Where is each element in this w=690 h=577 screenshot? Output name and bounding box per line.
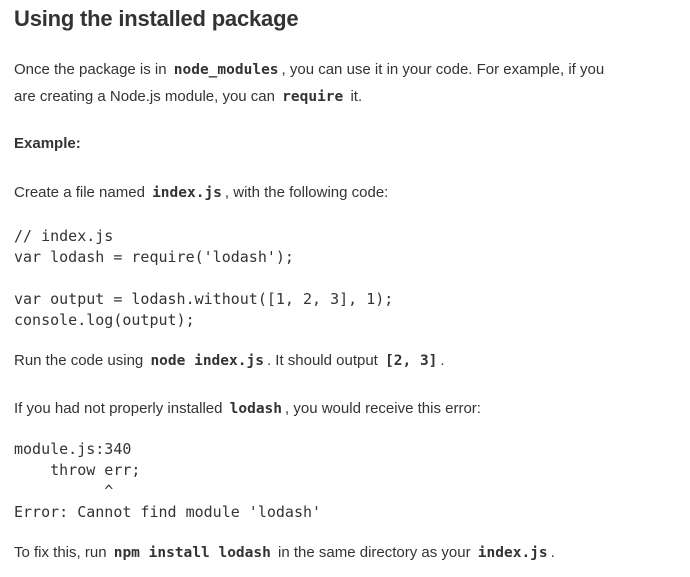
- create-file-text: Create a file named: [14, 184, 145, 201]
- code-line: console.log(output);: [14, 311, 195, 329]
- error-line: throw err;: [14, 461, 141, 479]
- code-sample-block: // index.js var lodash = require('lodash…: [14, 226, 393, 331]
- create-file-text: , with the following code:: [224, 184, 389, 201]
- error-intro-text: If you had not properly installed: [14, 400, 223, 417]
- error-line: Error: Cannot find module 'lodash': [14, 503, 322, 521]
- fix-paragraph: To fix this, run npm install lodash in t…: [14, 540, 555, 566]
- intro-text: it.: [350, 88, 363, 105]
- inline-code-require: require: [282, 89, 344, 105]
- fix-text: in the same directory as your: [278, 544, 471, 561]
- intro-paragraph-line-1: Once the package is in node_modules, you…: [14, 57, 604, 83]
- error-line: ^: [14, 482, 114, 500]
- run-code-text: Run the code using: [14, 352, 144, 369]
- inline-code-output: [2, 3]: [385, 353, 438, 369]
- code-line: var output = lodash.without([1, 2, 3], 1…: [14, 290, 394, 308]
- inline-code-lodash: lodash: [229, 401, 283, 417]
- error-sample-block: module.js:340 throw err; ^ Error: Cannot…: [14, 439, 321, 523]
- inline-code-node-index-js: node index.js: [150, 353, 264, 369]
- fix-text: To fix this, run: [14, 544, 107, 561]
- intro-text: are creating a Node.js module, you can: [14, 88, 275, 105]
- run-code-text: .: [440, 352, 445, 369]
- intro-paragraph-line-2: are creating a Node.js module, you can r…: [14, 84, 362, 110]
- example-label: Example:: [14, 135, 81, 152]
- create-file-paragraph: Create a file named index.js, with the f…: [14, 180, 388, 206]
- section-heading: Using the installed package: [14, 6, 299, 31]
- error-intro-paragraph: If you had not properly installed lodash…: [14, 396, 481, 422]
- code-line: // index.js: [14, 227, 114, 245]
- error-line: module.js:340: [14, 440, 132, 458]
- intro-text: Once the package is in: [14, 61, 167, 78]
- error-intro-text: , you would receive this error:: [285, 400, 481, 417]
- inline-code-index-js: index.js: [477, 545, 548, 561]
- inline-code-npm-install: npm install lodash: [113, 545, 271, 561]
- fix-text: .: [550, 544, 555, 561]
- intro-text: , you can use it in your code. For examp…: [281, 61, 605, 78]
- code-line: var lodash = require('lodash');: [14, 248, 294, 266]
- inline-code-index-js: index.js: [152, 185, 222, 201]
- documentation-page: Using the installed package Once the pac…: [0, 0, 690, 577]
- inline-code-node-modules: node_modules: [173, 62, 279, 78]
- run-code-text: . It should output: [266, 352, 378, 369]
- run-code-paragraph: Run the code using node index.js. It sho…: [14, 348, 445, 374]
